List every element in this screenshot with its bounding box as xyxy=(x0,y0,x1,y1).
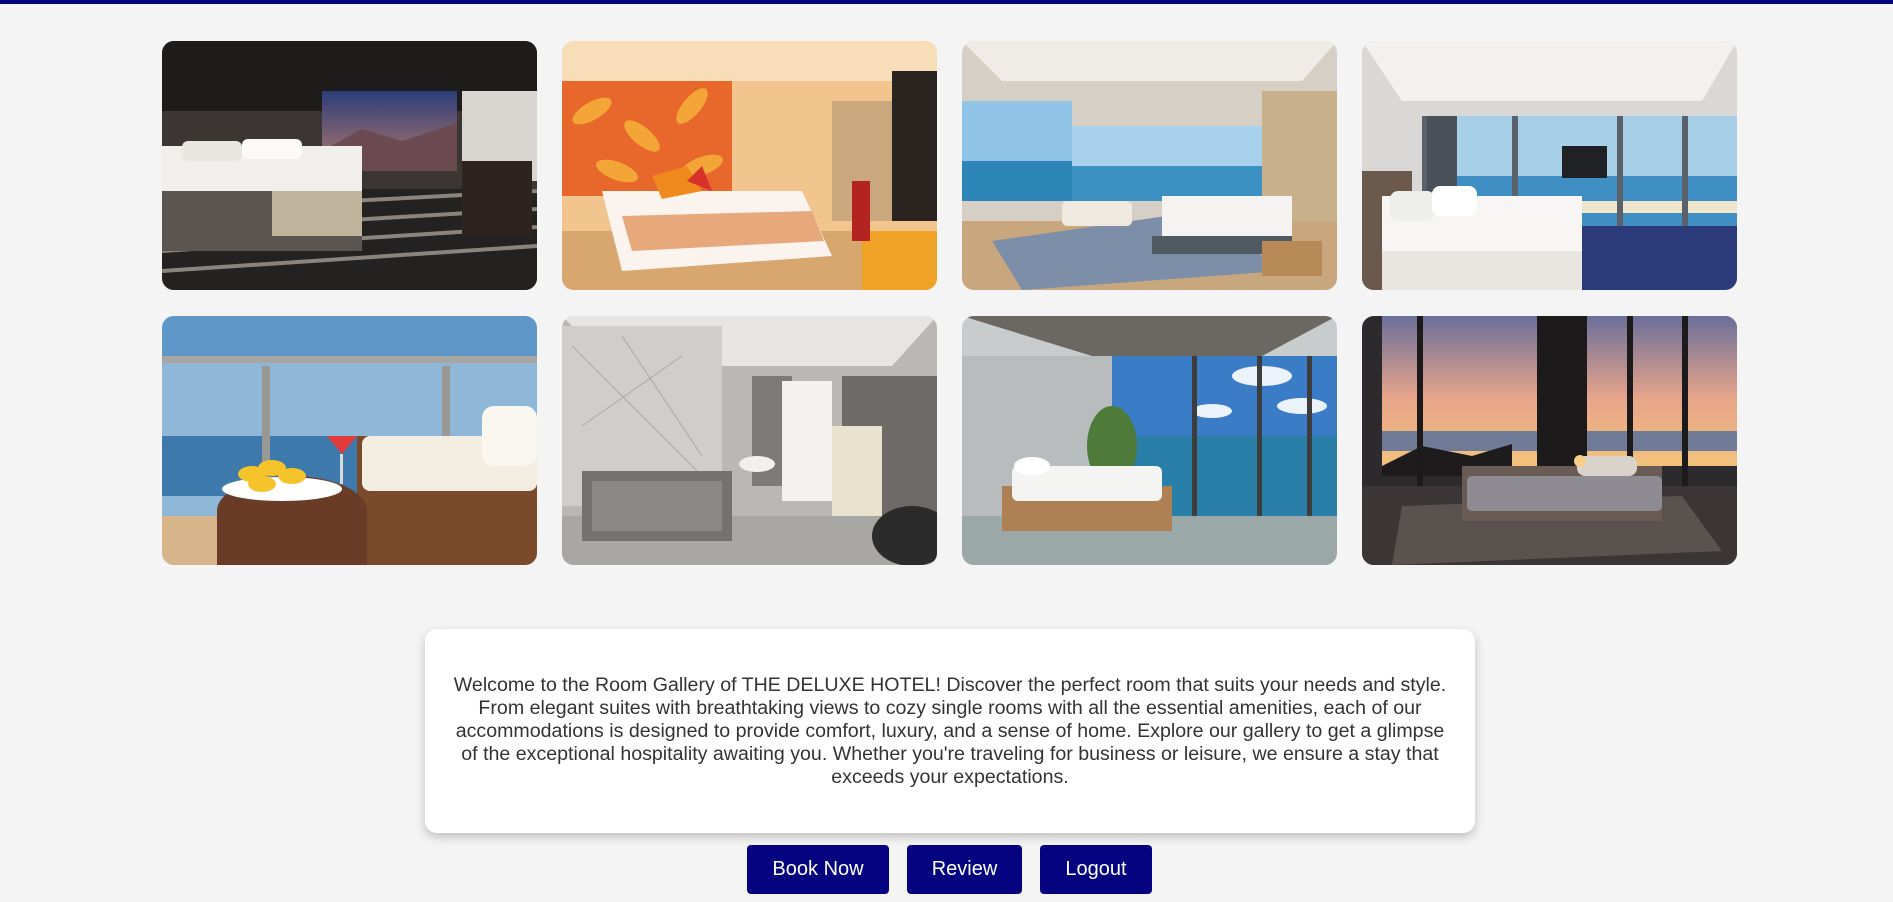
gallery-photo-1[interactable] xyxy=(162,41,537,290)
room-photo-icon xyxy=(962,316,1337,565)
room-photo-icon xyxy=(562,41,937,290)
welcome-message: Welcome to the Room Gallery of THE DELUX… xyxy=(453,674,1447,788)
top-accent-bar xyxy=(0,0,1893,4)
gallery-photo-5[interactable] xyxy=(162,316,537,565)
room-photo-icon xyxy=(562,316,937,565)
room-photo-icon xyxy=(162,316,537,565)
room-photo-icon xyxy=(162,41,537,290)
gallery-photo-8[interactable] xyxy=(1362,316,1737,565)
book-now-button[interactable]: Book Now xyxy=(747,845,889,894)
room-photo-icon xyxy=(1362,41,1737,290)
action-buttons: Book Now Review Logout xyxy=(0,845,1893,894)
gallery-photo-7[interactable] xyxy=(962,316,1337,565)
gallery-photo-6[interactable] xyxy=(562,316,937,565)
gallery-photo-4[interactable] xyxy=(1362,41,1737,290)
welcome-text-card: Welcome to the Room Gallery of THE DELUX… xyxy=(425,629,1475,833)
room-photo-icon xyxy=(962,41,1337,290)
room-photo-icon xyxy=(1362,316,1737,565)
gallery-photo-2[interactable] xyxy=(562,41,937,290)
gallery-photo-3[interactable] xyxy=(962,41,1337,290)
logout-button[interactable]: Logout xyxy=(1040,845,1152,894)
review-button[interactable]: Review xyxy=(907,845,1022,894)
